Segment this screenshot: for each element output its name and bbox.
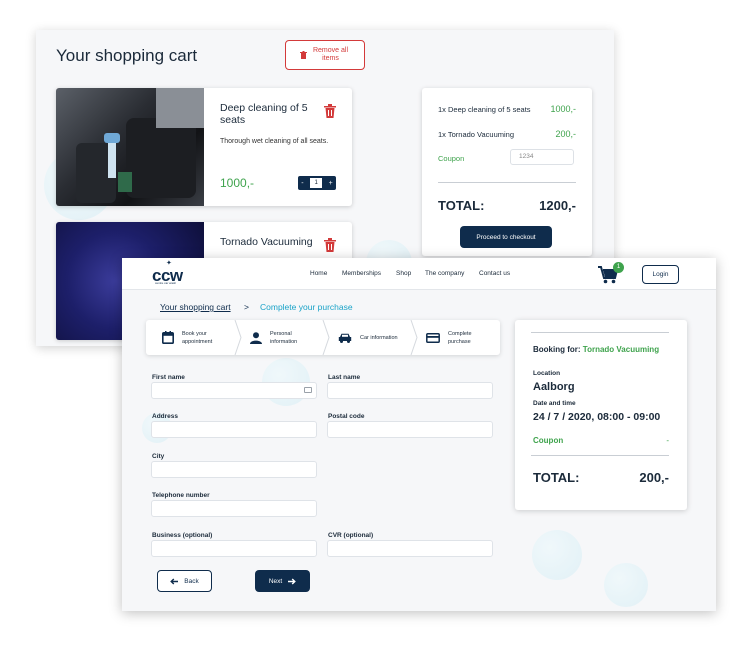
datetime-value: 24 / 7 / 2020, 08:00 - 09:00 (533, 411, 661, 423)
item-description: Thorough wet cleaning of all seats. (220, 138, 329, 145)
cart-count-badge: 1 (613, 262, 624, 273)
qty-decrease-button[interactable]: - (301, 180, 303, 187)
last-name-label: Last name (328, 374, 361, 381)
cvr-field[interactable] (327, 540, 493, 557)
first-name-field[interactable] (151, 382, 317, 399)
qty-value[interactable]: 1 (310, 178, 323, 188)
summary-line-value: 200,- (555, 129, 576, 139)
location-value: Aalborg (533, 381, 575, 393)
summary-line-value: 1000,- (550, 104, 576, 114)
breadcrumb-cart-link[interactable]: Your shopping cart (160, 302, 231, 312)
nav-the-company[interactable]: The company (425, 270, 464, 277)
datetime-label: Date and time (533, 400, 576, 407)
step-label: Book your appointment (182, 330, 213, 345)
nav-contact-us[interactable]: Contact us (479, 270, 510, 277)
postal-code-field[interactable] (327, 421, 493, 438)
breadcrumb-current: Complete your purchase (260, 302, 353, 312)
booking-for: Booking for: Tornado Vacuuming (533, 345, 659, 354)
breadcrumb-separator: > (244, 302, 249, 312)
first-name-label: First name (152, 374, 185, 381)
cvr-label: CVR (optional) (328, 532, 374, 539)
person-icon (250, 331, 262, 344)
delete-item-icon[interactable] (324, 104, 336, 118)
item-name: Tornado Vacuuming (220, 236, 313, 248)
delete-item-icon[interactable] (324, 238, 336, 252)
item-name: Deep cleaning of 5 seats (220, 102, 308, 126)
item-price: 1000,- (220, 176, 255, 190)
logo-tagline: centre car wash (155, 281, 177, 285)
coupon-input[interactable]: 1234 (510, 149, 574, 165)
credit-card-icon (426, 332, 440, 343)
step-chevron (410, 320, 418, 355)
arrow-left-icon (170, 577, 179, 585)
nav-home[interactable]: Home (310, 270, 327, 277)
business-label: Business (optional) (152, 532, 213, 539)
back-button[interactable]: Back (157, 570, 212, 592)
item-photo (56, 88, 204, 206)
car-icon (338, 333, 352, 343)
city-label: City (152, 453, 165, 460)
telephone-label: Telephone number (152, 492, 210, 499)
nav-shop[interactable]: Shop (396, 270, 411, 277)
coupon-label: Coupon (438, 154, 465, 163)
location-label: Location (533, 370, 561, 377)
total-label: TOTAL: (438, 198, 485, 213)
booking-for-label: Booking for: (533, 345, 581, 354)
step-car-information[interactable]: Car information (338, 320, 404, 355)
navbar: ✦ ccw centre car wash Home Memberships S… (122, 258, 716, 290)
autofill-icon (304, 387, 312, 393)
proceed-to-checkout-button[interactable]: Proceed to checkout (460, 226, 552, 248)
back-label: Back (184, 577, 199, 585)
step-complete-purchase[interactable]: Complete purchase (426, 320, 492, 355)
trash-icon (299, 51, 307, 59)
last-name-field[interactable] (327, 382, 493, 399)
business-field[interactable] (151, 540, 317, 557)
coupon-value: - (666, 436, 669, 445)
complete-purchase-window: ✦ ccw centre car wash Home Memberships S… (122, 258, 716, 611)
qty-increase-button[interactable]: + (329, 180, 333, 187)
checkout-stepper: Book your appointment Personal informati… (146, 320, 500, 355)
step-label: Complete purchase (448, 330, 472, 345)
divider (438, 182, 576, 183)
car-interior-image (76, 88, 204, 203)
remove-all-label: Remove all items (312, 47, 348, 62)
divider (531, 455, 669, 456)
step-chevron (234, 320, 242, 355)
remove-all-button[interactable]: Remove all items (285, 40, 365, 70)
next-button[interactable]: Next (255, 570, 310, 592)
postal-code-label: Postal code (328, 413, 365, 420)
cart-item: Deep cleaning of 5 seats Thorough wet cl… (56, 88, 352, 206)
ccw-logo[interactable]: ✦ ccw centre car wash (152, 260, 186, 286)
page-title: Your shopping cart (56, 46, 198, 65)
decorative-bubble (604, 563, 648, 607)
total-value: 200,- (639, 470, 669, 485)
nav-memberships[interactable]: Memberships (342, 270, 381, 277)
total-label: TOTAL: (533, 470, 580, 485)
login-button[interactable]: Login (642, 265, 679, 284)
step-personal-information[interactable]: Personal information (250, 320, 314, 355)
step-label: Car information (360, 334, 398, 341)
city-field[interactable] (151, 461, 317, 478)
step-chevron (322, 320, 330, 355)
step-label: Personal information (270, 330, 298, 345)
booking-for-value: Tornado Vacuuming (582, 345, 660, 354)
summary-line-label: 1x Tornado Vacuuming (438, 130, 515, 139)
order-summary: 1x Deep cleaning of 5 seats 1000,- 1x To… (422, 88, 592, 256)
step-book-appointment[interactable]: Book your appointment (162, 320, 226, 355)
address-field[interactable] (151, 421, 317, 438)
decorative-bubble (532, 530, 582, 580)
divider (531, 332, 669, 333)
summary-line-label: 1x Deep cleaning of 5 seats (438, 105, 531, 114)
coupon-label: Coupon (533, 436, 564, 445)
total-value: 1200,- (539, 198, 576, 213)
arrow-right-icon (288, 577, 296, 585)
calendar-icon (162, 331, 174, 344)
quantity-stepper: - 1 + (298, 176, 336, 190)
address-label: Address (152, 413, 179, 420)
next-label: Next (268, 577, 283, 585)
telephone-field[interactable] (151, 500, 317, 517)
booking-summary: Booking for: Tornado Vacuuming Location … (515, 320, 687, 510)
